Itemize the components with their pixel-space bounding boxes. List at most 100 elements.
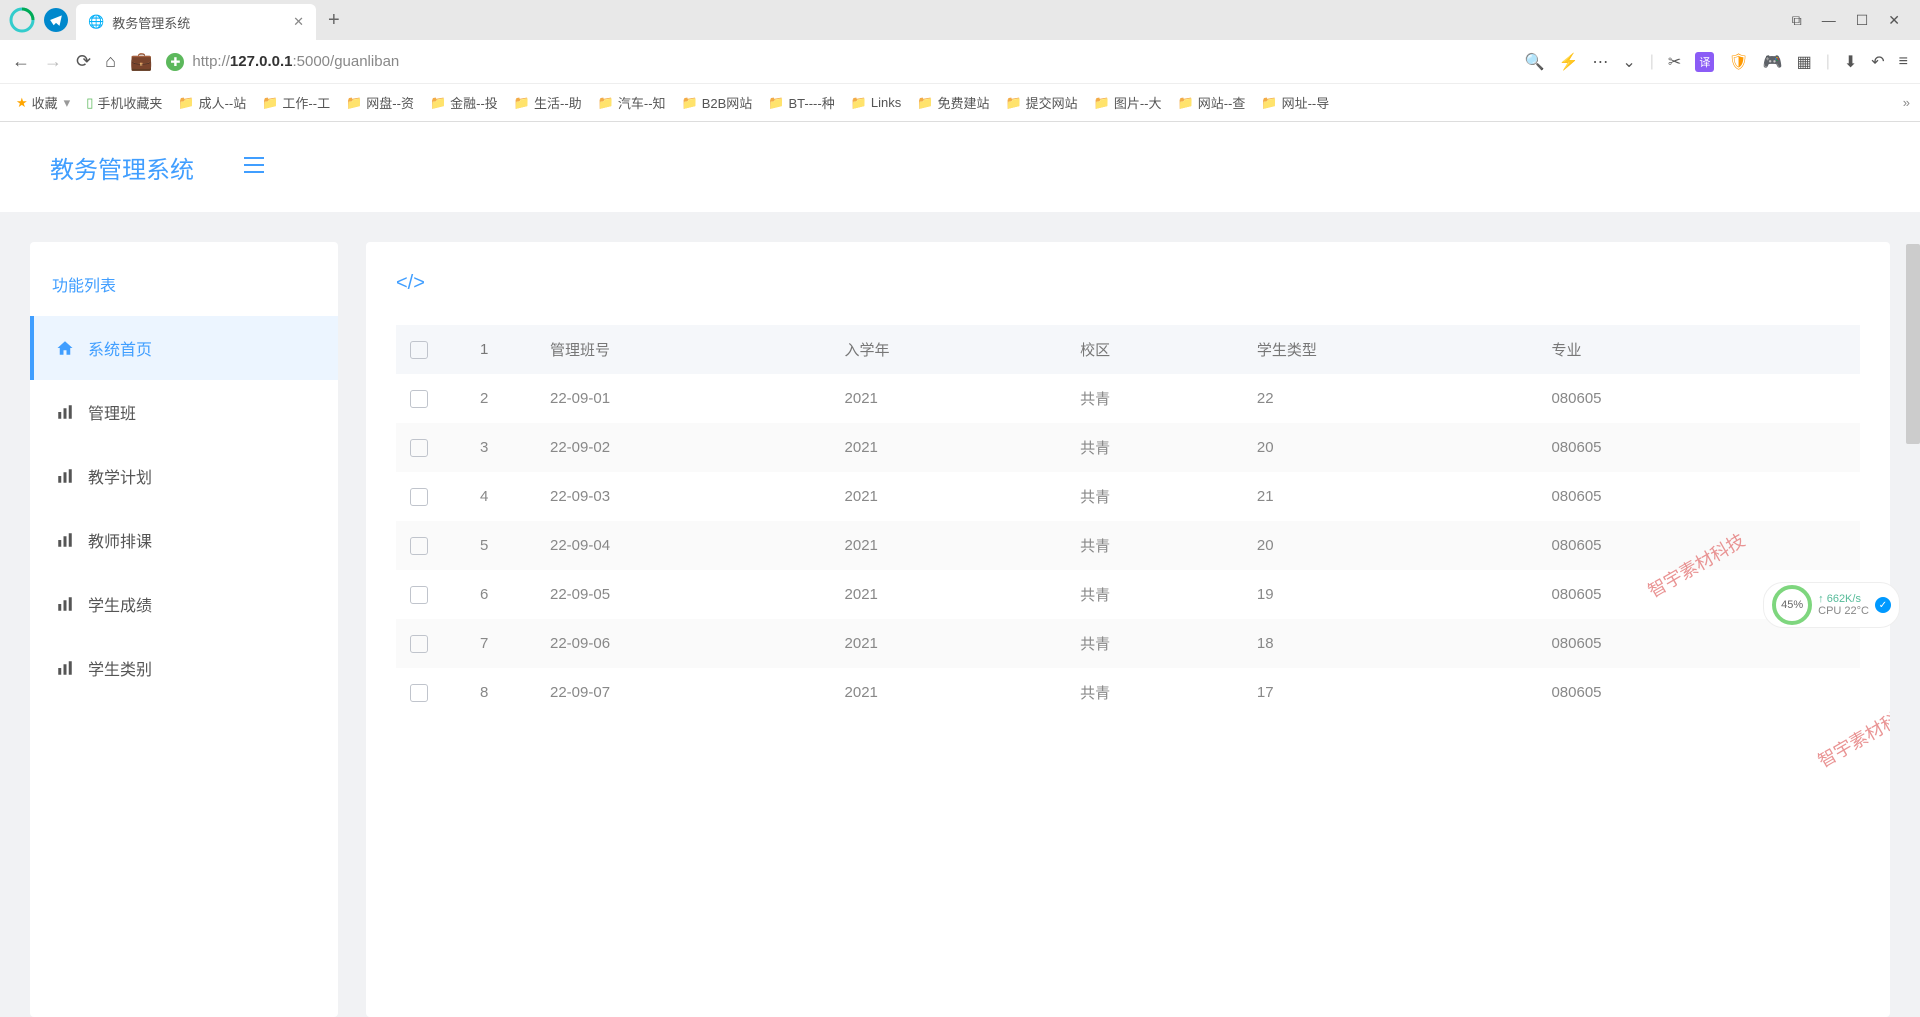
url-input[interactable]: ✚ http://127.0.0.1:5000/guanliban [166,53,1510,71]
url-text: http://127.0.0.1:5000/guanliban [192,53,399,70]
back-icon[interactable]: ← [12,51,30,72]
performance-widget[interactable]: 45% ↑ 662K/s CPU 22°C ✓ [1763,582,1900,628]
maximize-icon[interactable]: ☐ [1856,12,1869,29]
cell-major: 080605 [1551,684,1846,701]
gamepad-icon[interactable]: 🎮 [1763,52,1783,72]
app-header: 教务管理系统 [0,122,1920,212]
bookmarks-bar: ★收藏▾ ▯手机收藏夹 📁成人--站📁工作--工📁网盘--资📁金融--投📁生活-… [0,84,1920,122]
bookmark-folder[interactable]: 📁网站--查 [1172,91,1252,114]
bookmarks-overflow-icon[interactable]: » [1903,95,1910,110]
perf-check-icon: ✓ [1875,597,1891,613]
cell-type: 20 [1257,537,1552,554]
table-row[interactable]: 822-09-072021共青17080605 [396,668,1860,717]
chevron-down-icon[interactable]: ⌄ [1622,52,1635,72]
apps-icon[interactable]: ▦ [1797,52,1812,72]
row-checkbox[interactable] [410,488,428,506]
row-checkbox[interactable] [410,537,428,555]
row-checkbox[interactable] [410,439,428,457]
bookmark-folder[interactable]: 📁提交网站 [999,91,1083,114]
table-row[interactable]: 722-09-062021共青18080605 [396,619,1860,668]
bookmark-folder[interactable]: 📁Links [845,91,908,114]
favorites-button[interactable]: ★收藏▾ [10,91,76,114]
cell-classno: 22-09-03 [550,488,845,505]
forward-icon[interactable]: → [44,51,62,72]
bookmark-folder[interactable]: 📁工作--工 [256,91,336,114]
sidebar-item-label: 系统首页 [88,336,152,360]
table-row[interactable]: 422-09-032021共青21080605 [396,472,1860,521]
cell-year: 2021 [845,586,1081,603]
bookmark-folder[interactable]: 📁图片--大 [1088,91,1168,114]
browser-logo-icon [8,6,36,34]
briefcase-icon[interactable]: 💼 [130,51,152,72]
bookmark-folder[interactable]: 📁生活--助 [508,91,588,114]
cell-major: 080605 [1551,635,1846,652]
translate-icon[interactable]: 译 [1695,52,1714,72]
row-checkbox[interactable] [410,390,428,408]
close-icon[interactable]: ✕ [293,14,304,30]
sidebar-item-label: 教师排课 [88,528,152,552]
scissors-icon[interactable]: ✂ [1668,52,1681,72]
mobile-bookmarks[interactable]: ▯手机收藏夹 [80,91,168,114]
cell-num: 4 [480,488,550,505]
bookmark-folder[interactable]: 📁成人--站 [172,91,252,114]
bookmark-folder[interactable]: 📁BT----种 [762,91,840,114]
sidebar-item-1[interactable]: 管理班 [30,380,338,444]
bookmark-folder[interactable]: 📁金融--投 [424,91,504,114]
table-row[interactable]: 222-09-012021共青22080605 [396,374,1860,423]
cell-classno: 22-09-06 [550,635,845,652]
sidebar-item-2[interactable]: 教学计划 [30,444,338,508]
more-icon[interactable]: ⋯ [1592,52,1608,72]
sidebar-item-3[interactable]: 教师排课 [30,508,338,572]
chart-bar-icon [56,659,74,677]
col-campus: 校区 [1080,339,1257,360]
table-row[interactable]: 322-09-022021共青20080605 [396,423,1860,472]
menu-icon[interactable]: ≡ [1899,53,1908,71]
undo-icon[interactable]: ↶ [1871,52,1884,72]
cell-major: 080605 [1551,390,1846,407]
table-row[interactable]: 522-09-042021共青20080605 [396,521,1860,570]
hamburger-icon[interactable] [244,156,264,179]
refresh-icon[interactable]: ⟳ [76,51,91,72]
cell-year: 2021 [845,684,1081,701]
row-checkbox[interactable] [410,684,428,702]
sidebar-toggle-icon[interactable]: ⧉ [1792,12,1802,29]
cell-year: 2021 [845,635,1081,652]
minimize-icon[interactable]: — [1822,12,1836,29]
sidebar-item-4[interactable]: 学生成绩 [30,572,338,636]
col-classno: 管理班号 [550,339,845,360]
cell-type: 21 [1257,488,1552,505]
select-all-checkbox[interactable] [410,341,428,359]
cell-type: 17 [1257,684,1552,701]
browser-tab[interactable]: 🌐 教务管理系统 ✕ [76,4,316,40]
perf-circle: 45% [1772,585,1812,625]
bookmark-folder[interactable]: 📁网盘--资 [340,91,420,114]
row-checkbox[interactable] [410,635,428,653]
sidebar-item-0[interactable]: 系统首页 [30,316,338,380]
scrollbar[interactable] [1906,244,1920,444]
cell-year: 2021 [845,488,1081,505]
telegram-icon[interactable] [44,8,68,32]
col-year: 入学年 [845,339,1081,360]
bookmark-folder[interactable]: 📁B2B网站 [676,91,759,114]
cell-major: 080605 [1551,537,1846,554]
home-icon [56,339,74,357]
home-icon[interactable]: ⌂ [105,51,116,72]
close-window-icon[interactable]: ✕ [1888,12,1900,29]
bookmark-folder[interactable]: 📁汽车--知 [592,91,672,114]
table-row[interactable]: 622-09-052021共青19080605 [396,570,1860,619]
sidebar-item-5[interactable]: 学生类别 [30,636,338,700]
cell-campus: 共青 [1080,486,1257,507]
flash-icon[interactable]: ⚡ [1558,52,1578,72]
bookmark-folder[interactable]: 📁网址--导 [1255,91,1335,114]
cell-campus: 共青 [1080,584,1257,605]
new-tab-button[interactable]: + [328,9,340,32]
row-checkbox[interactable] [410,586,428,604]
cell-type: 20 [1257,439,1552,456]
cell-major: 080605 [1551,439,1846,456]
download-icon[interactable]: ⬇ [1844,52,1857,72]
zoom-icon[interactable]: 🔍 [1525,52,1545,72]
bookmark-folder[interactable]: 📁免费建站 [911,91,995,114]
cell-major: 080605 [1551,488,1846,505]
cell-num: 5 [480,537,550,554]
shield-icon[interactable]: 🛡 [1728,52,1748,72]
